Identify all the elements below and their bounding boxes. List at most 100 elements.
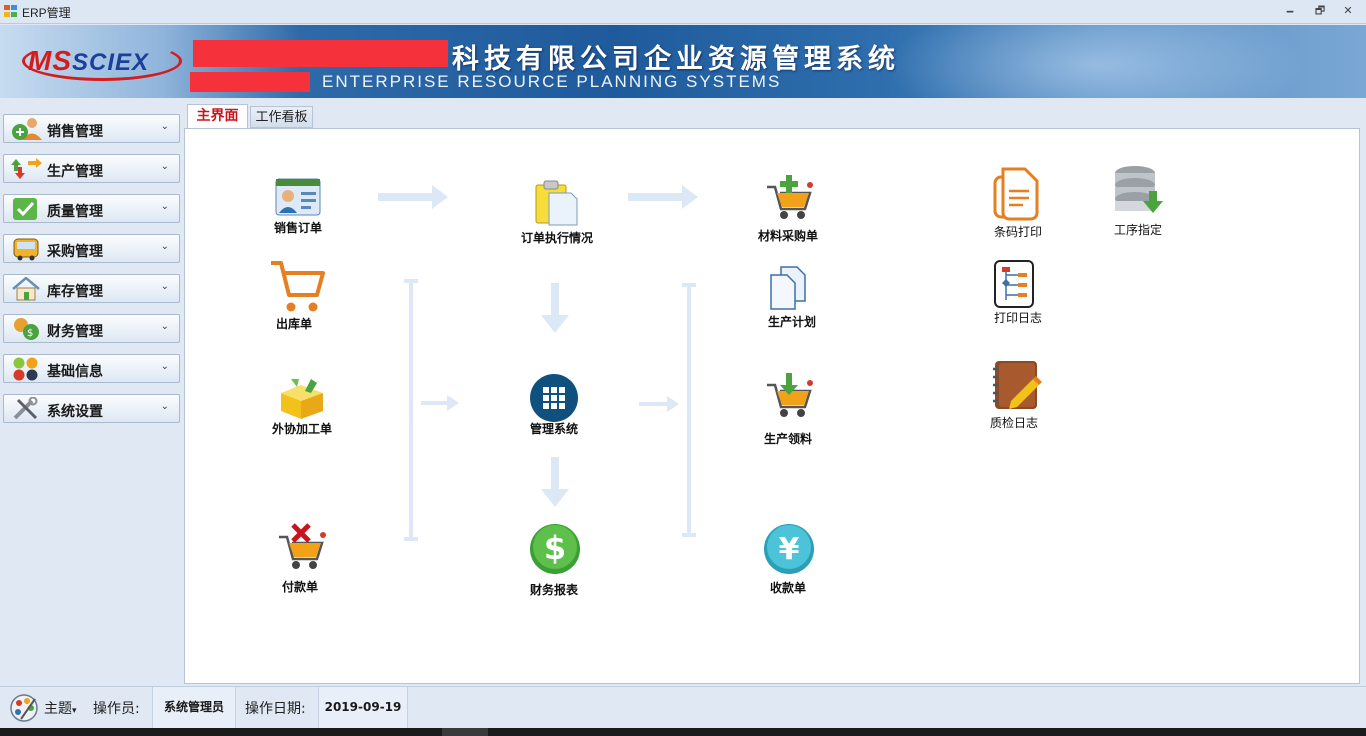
header-banner: MSSCIEX 科技有限公司企业资源管理系统 ENTERPRISE RESOUR… xyxy=(0,25,1366,98)
production-material-label: 生产领料 xyxy=(763,432,812,446)
print-log-button[interactable]: 打印日志 xyxy=(993,259,1042,329)
flow-arrow-right xyxy=(378,185,448,209)
redaction-block xyxy=(190,72,310,92)
order-execution-label: 订单执行情况 xyxy=(520,231,593,245)
sidebar-item-label: 库存管理 xyxy=(47,284,103,300)
receipt-order-button[interactable]: ¥ 收款单 xyxy=(763,523,815,595)
chevron-down-icon: ⌄ xyxy=(160,121,169,132)
operator-label: 操作员: xyxy=(93,701,140,717)
material-purchase-button[interactable]: 材料采购单 xyxy=(758,173,818,243)
logo-text: MSSCIEX xyxy=(28,45,150,76)
theme-menu[interactable]: 主题▾ xyxy=(44,698,77,718)
sidebar-item-purchase[interactable]: 采购管理 ⌄ xyxy=(3,234,180,263)
notebook-pencil-icon xyxy=(993,361,1042,409)
window-title: ERP管理 xyxy=(22,6,71,20)
basic-info-dots-icon xyxy=(13,357,38,381)
flow-bracket xyxy=(404,279,418,541)
flow-arrow-right xyxy=(421,395,461,411)
restore-button[interactable]: 🗗 xyxy=(1310,3,1330,19)
inventory-house-icon xyxy=(12,277,40,301)
yen-coin-icon: ¥ xyxy=(764,524,814,574)
sales-order-button[interactable]: 销售订单 xyxy=(273,177,323,237)
theme-palette-icon[interactable] xyxy=(9,693,39,723)
order-execution-button[interactable]: 订单执行情况 xyxy=(521,179,593,245)
chevron-down-icon: ⌄ xyxy=(160,361,169,372)
redaction-block xyxy=(193,40,448,67)
cart-remove-icon xyxy=(279,523,326,569)
outbound-order-label: 出库单 xyxy=(275,317,312,331)
cart-download-icon xyxy=(767,373,813,417)
settings-tools-icon xyxy=(13,397,38,420)
outbound-order-button[interactable]: 出库单 xyxy=(269,259,325,331)
sidebar-item-label: 销售管理 xyxy=(47,124,103,140)
banner-glow xyxy=(886,25,1306,98)
sidebar-item-quality[interactable]: 质量管理 ⌄ xyxy=(3,194,180,223)
sidebar: 销售管理 ⌄ 生产管理 ⌄ 质量管理 ⌄ 采购管理 ⌄ 库存管理 ⌄ $ 财务管… xyxy=(0,98,184,686)
sidebar-item-sales[interactable]: 销售管理 ⌄ xyxy=(3,114,180,143)
sidebar-item-production[interactable]: 生产管理 ⌄ xyxy=(3,154,180,183)
sidebar-item-settings[interactable]: 系统设置 ⌄ xyxy=(3,394,180,423)
process-assign-button[interactable]: 工序指定 xyxy=(1113,165,1165,237)
sidebar-item-label: 财务管理 xyxy=(47,324,103,340)
finance-coins-icon: $ xyxy=(14,318,39,340)
caret-down-icon: ▾ xyxy=(72,706,77,716)
qc-log-button[interactable]: 质检日志 xyxy=(989,359,1043,433)
minimize-button[interactable]: 🗕 xyxy=(1280,3,1300,19)
management-system-button[interactable]: 管理系统 xyxy=(529,373,579,436)
sales-person-icon xyxy=(12,118,42,140)
flow-arrow-down xyxy=(541,283,569,333)
payment-order-button[interactable]: 付款单 xyxy=(275,521,329,594)
sidebar-item-inventory[interactable]: 库存管理 ⌄ xyxy=(3,274,180,303)
documents-icon xyxy=(770,266,806,310)
flow-bracket xyxy=(682,283,696,537)
dollar-coin-icon: $ xyxy=(530,524,580,574)
flow-arrow-right xyxy=(628,185,698,209)
chevron-down-icon: ⌄ xyxy=(160,161,169,172)
barcode-print-button[interactable]: 条码打印 xyxy=(993,167,1042,239)
receipt-order-label: 收款单 xyxy=(769,581,806,595)
quality-check-icon xyxy=(13,198,37,220)
sidebar-item-label: 系统设置 xyxy=(47,404,103,420)
svg-text:$: $ xyxy=(27,328,33,339)
taskbar-active-app[interactable] xyxy=(442,728,488,736)
date-value: 2019-09-19 xyxy=(318,687,408,728)
production-arrows-icon xyxy=(11,158,42,179)
sidebar-item-finance[interactable]: $ 财务管理 ⌄ xyxy=(3,314,180,343)
outsource-order-button[interactable]: 外协加工单 xyxy=(272,375,332,436)
chevron-down-icon: ⌄ xyxy=(160,321,169,332)
production-material-button[interactable]: 生产领料 xyxy=(763,371,815,446)
sales-order-label: 销售订单 xyxy=(273,221,322,235)
svg-text:¥: ¥ xyxy=(779,532,800,567)
system-subtitle: ENTERPRISE RESOURCE PLANNING SYSTEMS xyxy=(322,72,782,91)
production-plan-button[interactable]: 生产计划 xyxy=(767,265,816,329)
date-label: 操作日期: xyxy=(245,701,306,717)
close-button[interactable]: ✕ xyxy=(1338,3,1358,19)
chevron-down-icon: ⌄ xyxy=(160,241,169,252)
taskbar xyxy=(0,728,1366,736)
finance-report-button[interactable]: $ 财务报表 xyxy=(529,523,581,597)
company-logo: MSSCIEX xyxy=(22,39,182,85)
sidebar-item-label: 质量管理 xyxy=(47,204,103,220)
company-name: 科技有限公司企业资源管理系统 xyxy=(452,44,900,75)
clipboard-icon xyxy=(535,180,578,226)
svg-text:$: $ xyxy=(544,529,566,567)
sales-order-icon xyxy=(275,178,321,216)
chevron-down-icon: ⌄ xyxy=(160,201,169,212)
flow-arrow-down xyxy=(541,457,569,507)
title-bar: ERP管理 🗕 🗗 ✕ xyxy=(0,0,1366,24)
barcode-print-label: 条码打印 xyxy=(993,225,1042,239)
finance-report-label: 财务报表 xyxy=(529,583,578,597)
production-plan-label: 生产计划 xyxy=(767,315,816,329)
outsource-order-label: 外协加工单 xyxy=(271,422,332,436)
sidebar-item-label: 采购管理 xyxy=(47,244,103,260)
qc-log-label: 质检日志 xyxy=(989,416,1038,430)
payment-order-label: 付款单 xyxy=(281,580,318,594)
tab-work-board[interactable]: 工作看板 xyxy=(250,106,313,128)
app-icon xyxy=(4,5,18,18)
cart-add-icon xyxy=(767,175,813,219)
tab-main[interactable]: 主界面 xyxy=(187,104,248,128)
sidebar-item-label: 基础信息 xyxy=(47,364,103,380)
database-download-icon xyxy=(1115,166,1163,213)
sidebar-item-basic-info[interactable]: 基础信息 ⌄ xyxy=(3,354,180,383)
cart-outline-icon xyxy=(271,261,325,312)
